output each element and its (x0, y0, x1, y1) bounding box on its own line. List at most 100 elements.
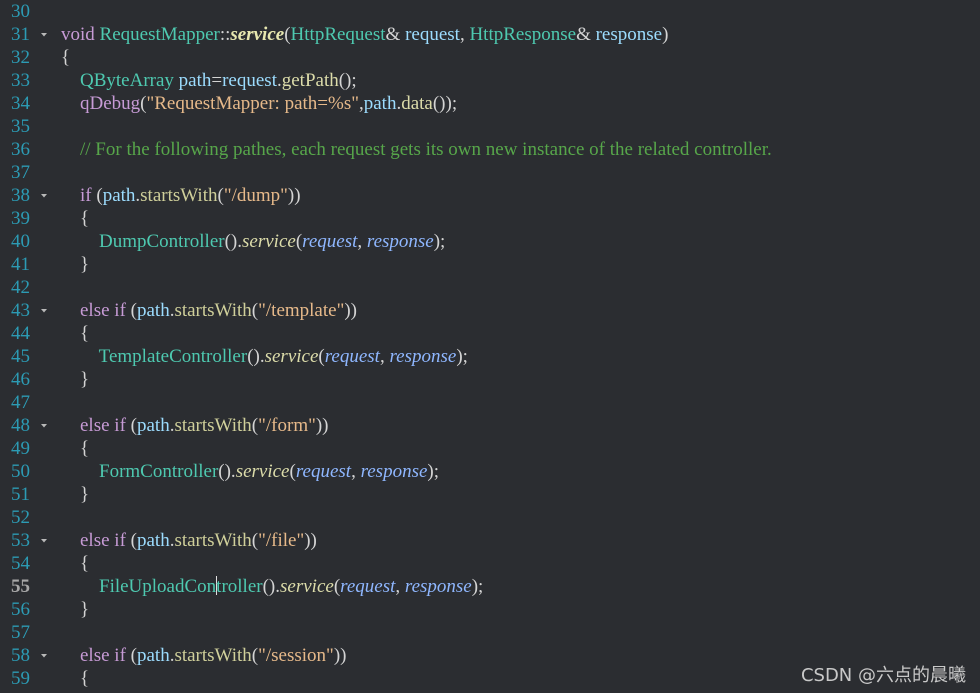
code-editor[interactable]: 30 31 void RequestMapper::service(HttpRequ… (0, 0, 980, 693)
code-line[interactable]: 50 FormController().service(request, res… (0, 460, 980, 483)
code-line[interactable]: 48 else if (path.startsWith("/form")) (0, 414, 980, 437)
code-text[interactable]: void RequestMapper::service(HttpRequest&… (61, 23, 668, 46)
code-token: request (295, 461, 352, 482)
code-text[interactable]: qDebug("RequestMapper: path=%s",path.dat… (61, 92, 457, 115)
line-number: 52 (11, 507, 30, 528)
code-line[interactable]: 33 QByteArray path=request.getPath(); (0, 69, 980, 92)
code-line[interactable]: 47 (0, 391, 980, 414)
code-line[interactable]: 34 qDebug("RequestMapper: path=%s",path.… (0, 92, 980, 115)
line-number: 42 (11, 277, 30, 298)
code-token: getPath (281, 70, 339, 91)
code-line[interactable]: 56 } (0, 598, 980, 621)
code-text[interactable]: { (61, 552, 89, 575)
line-number: 58 (11, 645, 30, 666)
code-line[interactable]: 40 DumpController().service(request, res… (0, 230, 980, 253)
code-line[interactable]: 43 else if (path.startsWith("/template")… (0, 299, 980, 322)
line-number: 57 (11, 622, 30, 643)
code-line[interactable]: 54 { (0, 552, 980, 575)
code-text[interactable]: { (61, 207, 89, 230)
code-line[interactable]: 37 (0, 161, 980, 184)
chevron-down-icon[interactable] (37, 529, 51, 552)
code-token: (). (247, 346, 265, 367)
code-token: response (389, 346, 457, 367)
code-line[interactable]: 42 (0, 276, 980, 299)
chevron-down-icon[interactable] (37, 644, 51, 667)
code-text[interactable]: } (61, 598, 89, 621)
line-number: 38 (11, 185, 30, 206)
code-token: service (280, 576, 334, 597)
code-text[interactable]: else if (path.startsWith("/file")) (61, 529, 317, 552)
code-text[interactable]: // For the following pathes, each reques… (61, 138, 772, 161)
code-token: { (61, 668, 90, 689)
code-token: service (242, 231, 296, 252)
code-token: , (395, 576, 405, 597)
code-text[interactable]: { (61, 322, 89, 345)
code-token: startsWith (140, 185, 218, 206)
code-text[interactable]: { (61, 437, 89, 460)
code-line[interactable]: 41 } (0, 253, 980, 276)
code-token: DumpController (99, 231, 225, 252)
code-token: , (351, 461, 361, 482)
chevron-down-icon[interactable] (37, 23, 51, 46)
chevron-down-icon[interactable] (37, 414, 51, 437)
code-token: service (235, 461, 290, 482)
code-line[interactable]: 31 void RequestMapper::service(HttpReques… (0, 23, 980, 46)
code-line[interactable]: 49 { (0, 437, 980, 460)
code-text[interactable]: FileUploadController().service(request, … (61, 575, 483, 598)
code-line[interactable]: 46 } (0, 368, 980, 391)
line-number: 39 (11, 208, 30, 229)
line-number: 44 (11, 323, 30, 344)
code-line[interactable]: 36 // For the following pathes, each req… (0, 138, 980, 161)
code-line[interactable]: 51 } (0, 483, 980, 506)
code-line[interactable]: 52 (0, 506, 980, 529)
code-text[interactable]: } (61, 253, 89, 276)
code-text[interactable]: DumpController().service(request, respon… (61, 230, 445, 253)
code-token: response (404, 576, 472, 597)
code-line[interactable]: 44 { (0, 322, 980, 345)
code-token: :: (219, 24, 231, 45)
chevron-down-icon[interactable] (37, 299, 51, 322)
code-token: ) (662, 24, 669, 45)
line-number: 40 (11, 231, 30, 252)
code-line[interactable]: 57 (0, 621, 980, 644)
code-text[interactable]: { (61, 667, 89, 690)
code-token: path (363, 93, 397, 114)
code-token: startsWith (174, 530, 252, 551)
code-text[interactable]: else if (path.startsWith("/template")) (61, 299, 357, 322)
code-text[interactable]: } (61, 483, 89, 506)
line-number: 36 (11, 139, 30, 160)
code-token: (). (218, 461, 236, 482)
code-text[interactable]: TemplateController().service(request, re… (61, 345, 468, 368)
code-text[interactable]: FormController().service(request, respon… (61, 460, 439, 483)
code-line[interactable]: 30 (0, 0, 980, 23)
code-text[interactable]: else if (path.startsWith("/form")) (61, 414, 329, 437)
code-token: path (136, 415, 170, 436)
code-token: "/form" (258, 415, 316, 436)
code-line[interactable]: 55 FileUploadController().service(reques… (0, 575, 980, 598)
code-text[interactable]: if (path.startsWith("/dump")) (61, 184, 301, 207)
chevron-down-icon[interactable] (37, 184, 51, 207)
line-number: 56 (11, 599, 30, 620)
code-token: )) (315, 415, 329, 436)
code-text[interactable]: } (61, 368, 89, 391)
code-text[interactable]: QByteArray path=request.getPath(); (61, 69, 357, 92)
code-line[interactable]: 38 if (path.startsWith("/dump")) (0, 184, 980, 207)
code-line[interactable]: 35 (0, 115, 980, 138)
code-text[interactable]: { (61, 46, 70, 69)
code-line[interactable]: 45 TemplateController().service(request,… (0, 345, 980, 368)
code-line[interactable]: 53 else if (path.startsWith("/file")) (0, 529, 980, 552)
code-token: } (61, 369, 90, 390)
code-token: else if (80, 300, 126, 321)
code-token: void (61, 24, 95, 45)
code-token: TemplateController (98, 346, 248, 367)
code-line[interactable]: 32 { (0, 46, 980, 69)
code-token: request (302, 231, 358, 252)
code-text[interactable]: else if (path.startsWith("/session")) (61, 644, 346, 667)
code-line[interactable]: 39 { (0, 207, 980, 230)
